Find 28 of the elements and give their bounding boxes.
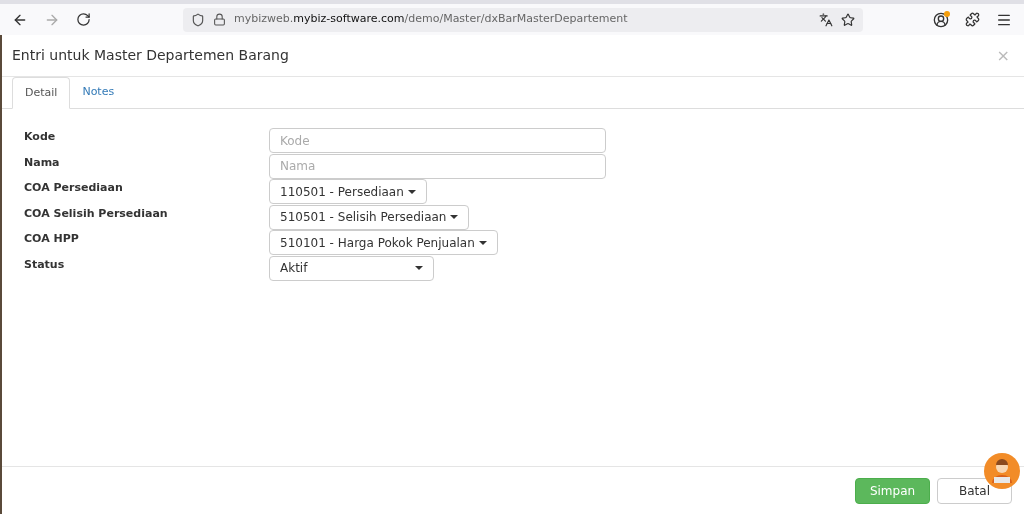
lock-icon: [213, 13, 226, 26]
select-field[interactable]: Aktif: [269, 255, 434, 281]
tab[interactable]: Detail: [12, 77, 71, 109]
url-text: mybizweb.mybiz-software.com/demo/Master/dxBarMasterDepartement: [234, 11, 628, 28]
text-field[interactable]: Kode: [269, 128, 606, 153]
bookmark-star-icon[interactable]: [841, 12, 855, 27]
text-field[interactable]: Nama: [269, 153, 606, 179]
field-label: Nama: [24, 154, 61, 171]
field-label: Status: [24, 256, 66, 273]
reload-icon[interactable]: [76, 12, 91, 27]
caret-icon: [450, 215, 459, 219]
tab[interactable]: Notes: [70, 76, 127, 108]
dropdown-button[interactable]: 510501 - Selisih Persediaan: [269, 204, 470, 230]
field-label: COA Selisih Persediaan: [24, 205, 169, 222]
account-icon[interactable]: [933, 11, 949, 28]
extensions-icon[interactable]: [965, 12, 980, 27]
translate-icon[interactable]: [819, 12, 833, 27]
caret-icon: [415, 266, 423, 270]
field-label: COA Persediaan: [24, 180, 124, 196]
shield-icon: [191, 12, 205, 27]
caret-icon: [478, 240, 487, 245]
dropdown-button[interactable]: 110501 - Persediaan: [269, 179, 427, 204]
caret-icon: [407, 189, 416, 194]
field-label: Kode: [24, 129, 57, 145]
dialog-title: Entri untuk Master Departemen Barang: [12, 46, 289, 65]
field-label: COA HPP: [24, 231, 80, 247]
address-bar[interactable]: mybizweb.mybiz-software.com/demo/Master/dxBarMasterDepartement: [183, 7, 863, 32]
dropdown-button[interactable]: 510101 - Harga Pokok Penjualan: [269, 230, 498, 255]
